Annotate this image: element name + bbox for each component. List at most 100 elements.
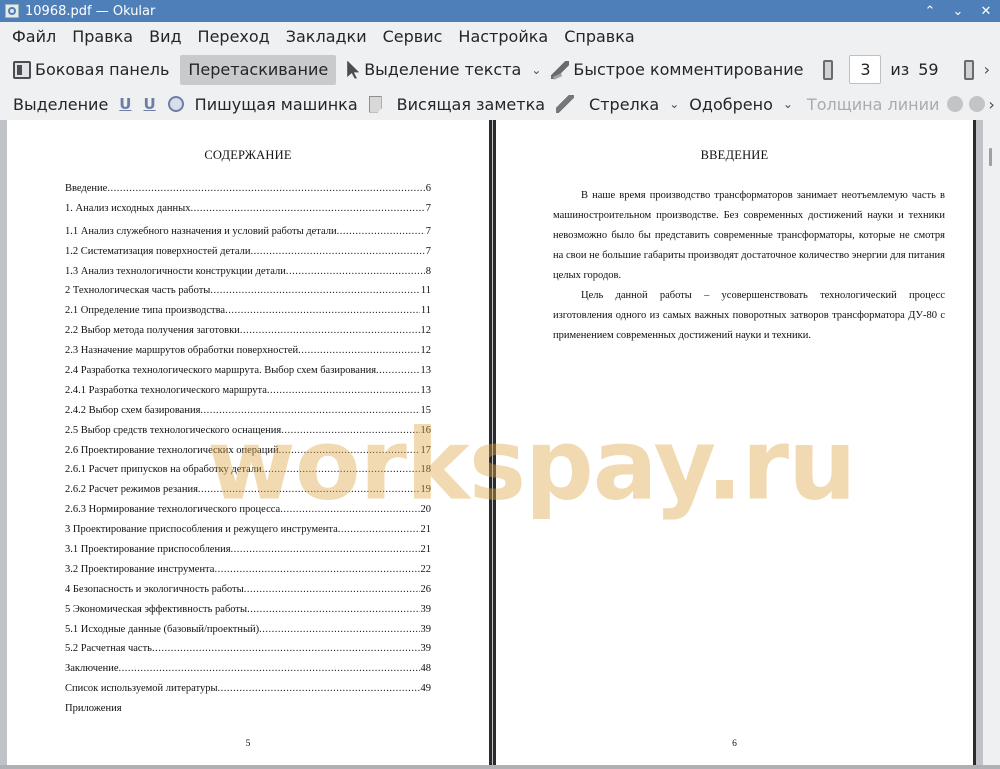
highlight-label: Выделение — [13, 94, 109, 114]
toc-leader-dots — [279, 445, 420, 456]
page-number-input[interactable]: 3 — [849, 55, 882, 84]
menu-settings[interactable]: Настройка — [450, 22, 556, 51]
typewriter-tool-button[interactable]: Пишущая машинка — [190, 89, 363, 119]
toc-entry-title: Приложения — [65, 703, 122, 715]
minimize-button[interactable]: ⌄ — [944, 0, 972, 22]
toc-entry[interactable]: 2.1 Определение типа производства 11 — [65, 305, 431, 325]
close-button[interactable]: ✕ — [972, 0, 1000, 22]
toc-entry-title: 2.4 Разработка технологического маршрута… — [65, 365, 377, 377]
squiggle-icon[interactable]: U — [143, 95, 155, 113]
toc-entry[interactable]: 1.1 Анализ служебного назначения и услов… — [65, 226, 431, 246]
toc-leader-dots — [281, 425, 419, 436]
toc-entry[interactable]: 3 Проектирование приспособления и режуще… — [65, 524, 431, 544]
toc-entry[interactable]: 2.6.3 Нормирование технологического проц… — [65, 504, 431, 524]
toc-leader-dots — [286, 266, 425, 277]
toc-entry-title: Список используемой литературы — [65, 683, 218, 695]
sidebar-toggle-button[interactable]: Боковая панель — [8, 55, 174, 85]
arrow-dropdown[interactable]: ⌄ — [664, 89, 684, 119]
toc-entry-page: 39 — [420, 623, 432, 635]
toc-leader-dots — [152, 643, 420, 654]
toc-entry[interactable]: 4 Безопасность и экологичность работы 26 — [65, 584, 431, 604]
stamp-tool-button[interactable]: Одобрено — [684, 89, 778, 119]
toc-leader-dots — [214, 564, 419, 575]
toc-entry[interactable]: 2.6.1 Расчет припусков на обработку дета… — [65, 464, 431, 484]
arrow-tool-button[interactable]: Стрелка — [584, 89, 664, 119]
intro-paragraph-1: В наше время производство трансформаторо… — [553, 190, 945, 281]
toc-entry[interactable]: 2.4.1 Разработка технологического маршру… — [65, 385, 431, 405]
document-viewer[interactable]: СОДЕРЖАНИЕ Введение 6 1. Анализ исходных д… — [0, 120, 1000, 769]
toc-heading: СОДЕРЖАНИЕ — [204, 148, 292, 162]
stamp-dropdown[interactable]: ⌄ — [778, 89, 798, 119]
toc-entry[interactable]: 2 Технологическая часть работы 11 — [65, 285, 431, 305]
toc-entry[interactable]: 3.2 Проектирование инструмента 22 — [65, 564, 431, 584]
menu-file[interactable]: Файл — [4, 22, 64, 51]
page-up-icon[interactable] — [823, 59, 834, 80]
toc-entry[interactable]: 2.5 Выбор средств технологического оснащ… — [65, 425, 431, 445]
stamp-icon[interactable] — [167, 96, 184, 112]
menu-edit[interactable]: Правка — [64, 22, 141, 51]
text-select-label: Выделение текста — [364, 60, 522, 79]
page-number: 6 — [732, 739, 737, 749]
toc-entry-page: 11 — [420, 285, 431, 297]
menu-view[interactable]: Вид — [141, 22, 189, 51]
underline-icon[interactable]: U — [119, 95, 131, 113]
toc-entry[interactable]: 5.2 Расчетная часть 39 — [65, 643, 431, 663]
scrollbar-thumb[interactable] — [989, 148, 992, 166]
menu-help[interactable]: Справка — [556, 22, 643, 51]
brush-icon[interactable] — [556, 95, 575, 113]
toc-leader-dots — [280, 504, 419, 515]
toc-entry[interactable]: 2.6 Проектирование технологических опера… — [65, 445, 431, 465]
page-total: 59 — [918, 60, 939, 79]
toc-entry[interactable]: 1. Анализ исходных данных 7 — [65, 203, 431, 223]
page-down-icon[interactable] — [963, 59, 974, 80]
toc-entry[interactable]: 5.1 Исходные данные (базовый/проектный) 3… — [65, 624, 431, 644]
toc-entry-page: 11 — [420, 305, 431, 317]
toc-leader-dots — [218, 683, 420, 694]
toolbar-overflow-button[interactable]: › — [984, 60, 990, 79]
toc-entry[interactable]: 2.6.2 Расчет режимов резания 19 — [65, 484, 431, 504]
sidebar-label: Боковая панель — [35, 60, 170, 79]
line-width-label: Толщина линии — [806, 94, 940, 114]
toc-entry[interactable]: Введение 6 — [65, 183, 431, 203]
toc-entry[interactable]: 2.4.2 Выбор схем базирования 15 — [65, 405, 431, 425]
toc-entry-page: 48 — [420, 663, 432, 675]
note-icon[interactable] — [368, 95, 382, 113]
annotation-toolbar-overflow-button[interactable]: › — [988, 95, 994, 114]
color-icon[interactable] — [947, 96, 964, 112]
toc-entry-title: 2.6 Проектирование технологических опера… — [65, 444, 279, 456]
toc-entry[interactable]: Заключение 48 — [65, 663, 431, 683]
highlight-tool-button[interactable]: Выделение — [8, 89, 113, 119]
cursor-icon — [347, 60, 360, 79]
toc-entry[interactable]: 2.2 Выбор метода получения заготовки 12 — [65, 325, 431, 345]
toc-entry[interactable]: Список используемой литературы 49 — [65, 683, 431, 703]
toc-entry-title: 2 Технологическая часть работы — [65, 285, 211, 297]
toc-entry[interactable]: 1.2 Систематизация поверхностей детали 7 — [65, 246, 431, 266]
toc-entry[interactable]: 2.4 Разработка технологического маршрута… — [65, 365, 431, 385]
menu-tools[interactable]: Сервис — [375, 22, 451, 51]
main-toolbar: Боковая панель Перетаскивание Выделение … — [0, 51, 1000, 88]
toc-entry-page: 13 — [420, 384, 432, 396]
text-select-tool-button[interactable]: Выделение текста — [342, 55, 526, 85]
toc-entry-page: 7 — [425, 245, 431, 257]
toc-entry[interactable]: 2.3 Назначение маршрутов обработки повер… — [65, 345, 431, 365]
inline-note-tool-button[interactable]: Висящая заметка — [392, 89, 550, 119]
opacity-icon[interactable] — [969, 96, 986, 112]
browse-tool-button[interactable]: Перетаскивание — [180, 54, 337, 85]
keep-above-button[interactable]: ⌃ — [916, 0, 944, 22]
toc-leader-dots — [190, 203, 424, 214]
toc-leader-dots — [119, 663, 420, 674]
quick-annotations-button[interactable]: Быстрое комментирование — [546, 55, 808, 85]
selection-mode-dropdown[interactable]: ⌄ — [526, 55, 546, 85]
vertical-scrollbar[interactable] — [983, 120, 1000, 769]
menu-go[interactable]: Переход — [190, 22, 278, 51]
toc-entry[interactable]: 5 Экономическая эффективность работы 39 — [65, 604, 431, 624]
menu-bookmarks[interactable]: Закладки — [278, 22, 375, 51]
quick-annotations-label: Быстрое комментирование — [573, 60, 804, 79]
line-width-button[interactable]: Толщина линии — [802, 89, 945, 119]
toc-entry[interactable]: Приложения — [65, 703, 431, 723]
toc-entry[interactable]: 3.1 Проектирование приспособления 21 — [65, 544, 431, 564]
toc-entry-title: 2.6.3 Нормирование технологического проц… — [65, 504, 281, 516]
toc-entry-title: 3 Проектирование приспособления и режуще… — [65, 524, 338, 536]
toc-entry[interactable]: 1.3 Анализ технологичности конструкции д… — [65, 266, 431, 286]
toc-entry-title: 2.2 Выбор метода получения заготовки — [65, 325, 240, 337]
